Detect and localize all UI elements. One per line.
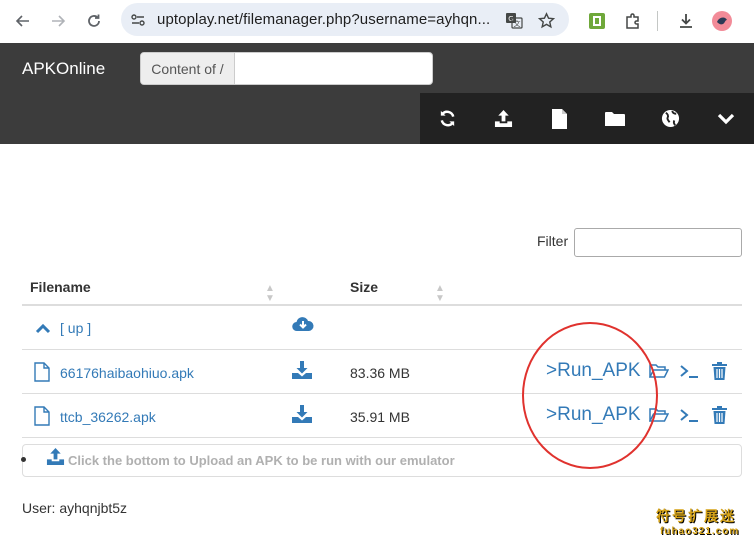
content-of-label: Content of / bbox=[141, 53, 235, 84]
content-of-group: Content of / bbox=[140, 52, 433, 85]
run-apk-link[interactable]: >Run_APK bbox=[546, 360, 641, 382]
path-input[interactable] bbox=[235, 53, 432, 84]
terminal-icon[interactable] bbox=[679, 407, 699, 423]
trash-icon[interactable] bbox=[712, 406, 727, 424]
table-header: Filename ▲ ▼ Size ▲ ▼ bbox=[22, 270, 742, 306]
svg-text:文: 文 bbox=[514, 19, 521, 28]
filename-header[interactable]: Filename bbox=[30, 279, 91, 295]
list-bullet bbox=[21, 457, 26, 462]
open-folder-icon[interactable] bbox=[649, 363, 669, 379]
file-size: 83.36 MB bbox=[350, 365, 410, 381]
more-button[interactable] bbox=[698, 93, 754, 144]
up-link[interactable]: [ up ] bbox=[60, 320, 91, 336]
site-settings-icon[interactable] bbox=[129, 11, 147, 29]
file-icon bbox=[34, 362, 50, 382]
file-name-link[interactable]: 66176haibaohiuo.apk bbox=[60, 365, 194, 381]
filter-input[interactable] bbox=[574, 228, 742, 257]
globe-icon bbox=[661, 109, 680, 128]
open-folder-icon[interactable] bbox=[649, 407, 669, 423]
url-text[interactable]: uptoplay.net/filemanager.php?username=ay… bbox=[157, 11, 497, 28]
chevron-up-icon bbox=[35, 323, 51, 334]
extensions-puzzle-icon[interactable] bbox=[620, 8, 646, 34]
globe-button[interactable] bbox=[643, 93, 699, 144]
download-icon[interactable] bbox=[673, 8, 699, 34]
toolbar-divider bbox=[657, 11, 658, 31]
bookmark-star-icon[interactable] bbox=[537, 11, 555, 29]
user-info: User: ayhqnjbt5z bbox=[22, 500, 128, 516]
download-icon[interactable] bbox=[292, 361, 312, 379]
file-icon bbox=[34, 406, 50, 426]
run-apk-link[interactable]: >Run_APK bbox=[546, 404, 641, 426]
upload-box[interactable]: Click the bottom to Upload an APK to be … bbox=[21, 444, 742, 477]
app-header: APKOnline Content of / bbox=[0, 43, 754, 144]
brand-title[interactable]: APKOnline bbox=[22, 59, 105, 79]
sort-icon[interactable]: ▲ ▼ bbox=[265, 284, 275, 304]
watermark-url: fuhao321.com bbox=[660, 526, 740, 537]
new-file-button[interactable] bbox=[531, 93, 587, 144]
watermark-title: 符号扩展迷 bbox=[656, 508, 736, 524]
profile-avatar[interactable] bbox=[709, 8, 735, 34]
refresh-button[interactable] bbox=[420, 93, 476, 144]
upload-instructions[interactable]: Click the bottom to Upload an APK to be … bbox=[68, 453, 455, 468]
upload-icon bbox=[494, 109, 513, 128]
new-folder-icon bbox=[604, 111, 625, 126]
table-row-up[interactable]: [ up ] bbox=[22, 306, 742, 350]
chevron-down-icon bbox=[718, 113, 735, 124]
watermark-logo: 符号扩展迷 fuhao321.com bbox=[656, 506, 748, 542]
file-table: Filename ▲ ▼ Size ▲ ▼ [ up ] 66176haibaohi… bbox=[22, 270, 742, 438]
extension-green-icon[interactable] bbox=[584, 8, 610, 34]
file-name-link[interactable]: ttcb_36262.apk bbox=[60, 409, 156, 425]
back-icon[interactable] bbox=[10, 8, 36, 34]
refresh-icon bbox=[440, 110, 455, 127]
address-bar[interactable]: uptoplay.net/filemanager.php?username=ay… bbox=[121, 3, 569, 36]
sort-icon[interactable]: ▲ ▼ bbox=[435, 284, 445, 304]
file-toolbar bbox=[420, 93, 754, 144]
terminal-icon[interactable] bbox=[679, 363, 699, 379]
download-icon[interactable] bbox=[292, 405, 312, 423]
table-row[interactable]: 66176haibaohiuo.apk 83.36 MB >Run_APK bbox=[22, 350, 742, 394]
size-header[interactable]: Size bbox=[350, 279, 378, 295]
new-folder-button[interactable] bbox=[587, 93, 643, 144]
upload-button[interactable] bbox=[476, 93, 532, 144]
new-file-icon bbox=[551, 108, 567, 129]
cloud-download-icon[interactable] bbox=[292, 316, 314, 332]
translate-icon[interactable]: G文 bbox=[505, 11, 523, 29]
reload-icon[interactable] bbox=[81, 8, 107, 34]
upload-icon[interactable] bbox=[46, 447, 65, 466]
forward-icon[interactable] bbox=[45, 8, 71, 34]
table-row[interactable]: ttcb_36262.apk 35.91 MB >Run_APK bbox=[22, 394, 742, 438]
file-size: 35.91 MB bbox=[350, 409, 410, 425]
filter-label: Filter bbox=[537, 233, 569, 249]
browser-toolbar: uptoplay.net/filemanager.php?username=ay… bbox=[0, 0, 754, 43]
trash-icon[interactable] bbox=[712, 362, 727, 380]
